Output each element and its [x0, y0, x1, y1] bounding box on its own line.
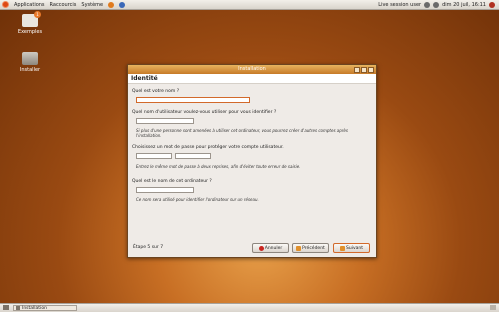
ubuntu-logo-icon[interactable]	[2, 1, 9, 8]
minimize-icon[interactable]	[354, 66, 360, 73]
hint-password: Entrez le même mot de passe à deux repri…	[136, 164, 301, 169]
installer-icon	[16, 306, 20, 310]
password-field[interactable]	[136, 153, 172, 159]
volume-icon[interactable]	[433, 1, 440, 8]
page-title: Identité	[128, 74, 376, 84]
hint-hostname: Ce nom sera utilisé pour identifier l'or…	[136, 197, 259, 202]
bottom-panel: Installation	[0, 303, 499, 312]
network-icon[interactable]	[424, 1, 431, 8]
desktop-icon-install[interactable]: Installer	[15, 52, 45, 73]
menu-places[interactable]: Raccourcis	[50, 2, 77, 8]
help-icon[interactable]	[119, 1, 126, 8]
username-field[interactable]	[136, 118, 194, 124]
top-panel: Applications Raccourcis Système Live ses…	[0, 0, 499, 10]
desktop-icon-label: Installer	[19, 67, 41, 73]
cancel-button[interactable]: Annuler	[252, 243, 289, 253]
maximize-icon[interactable]	[361, 66, 367, 73]
question-hostname: Quel est le nom de cet ordinateur ?	[132, 179, 212, 184]
clock[interactable]: dim 20 juil, 16:11	[442, 2, 486, 8]
name-field[interactable]	[136, 97, 250, 103]
taskbar-item-installation[interactable]: Installation	[13, 305, 77, 311]
session-user[interactable]: Live session user	[378, 2, 421, 8]
dialog-footer: Étape 5 sur 7 Annuler Précédent Suivant	[128, 239, 376, 257]
desktop-icon-examples[interactable]: 1 Exemples	[15, 11, 45, 35]
question-username: Quel nom d'utilisateur voulez-vous utili…	[132, 110, 277, 115]
next-label: Suivant	[346, 245, 363, 251]
window-title: Installation	[238, 66, 266, 72]
hint-username: Si plus d'une personne sont amenées à ut…	[136, 128, 348, 138]
power-icon[interactable]	[489, 1, 495, 8]
firefox-icon[interactable]	[108, 1, 115, 8]
installer-icon	[22, 52, 38, 65]
question-password: Choisissez un mot de passe pour protéger…	[132, 145, 284, 150]
back-label: Précédent	[302, 245, 325, 251]
desktop-icon-label: Exemples	[17, 29, 43, 35]
step-indicator: Étape 5 sur 7	[133, 245, 164, 250]
menu-system[interactable]: Système	[81, 2, 103, 8]
badge: 1	[34, 11, 41, 18]
question-name: Quel est votre nom ?	[132, 89, 180, 94]
close-icon[interactable]	[368, 66, 374, 73]
installer-dialog: Installation Identité Quel est votre nom…	[127, 64, 377, 258]
arrow-left-icon	[296, 245, 302, 251]
hostname-field[interactable]	[136, 187, 194, 193]
back-button[interactable]: Précédent	[292, 243, 329, 253]
arrow-right-icon	[340, 245, 345, 251]
menu-applications[interactable]: Applications	[14, 2, 45, 8]
trash-icon[interactable]	[490, 305, 496, 310]
cancel-label: Annuler	[264, 245, 283, 251]
password-confirm-field[interactable]	[175, 153, 211, 159]
show-desktop-icon[interactable]	[3, 305, 9, 310]
window-titlebar[interactable]: Installation	[128, 65, 376, 74]
cancel-icon	[258, 245, 264, 251]
taskbar-item-label: Installation	[22, 305, 47, 311]
folder-icon: 1	[22, 11, 41, 27]
next-button[interactable]: Suivant	[333, 243, 370, 253]
